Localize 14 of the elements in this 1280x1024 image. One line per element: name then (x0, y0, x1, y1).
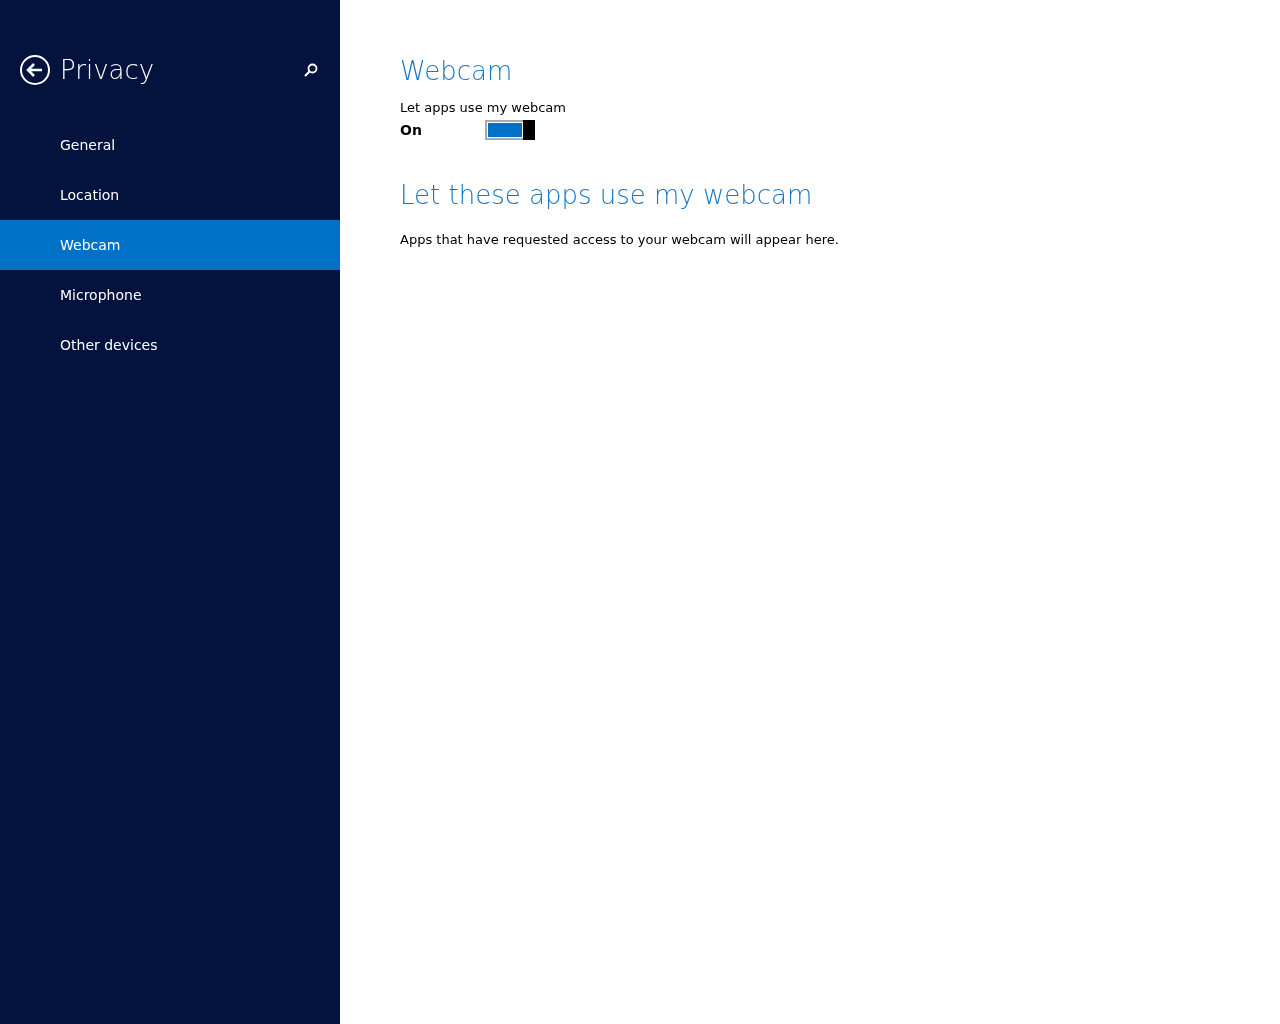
sidebar-item[interactable]: Other devices (0, 320, 340, 370)
sidebar-item[interactable]: Webcam (0, 220, 340, 270)
search-icon[interactable] (304, 63, 318, 77)
page-title: Webcam (400, 55, 514, 88)
sidebar-item[interactable]: Microphone (0, 270, 340, 320)
toggle-state: On (400, 122, 423, 138)
toggle-label: Let apps use my webcam (400, 100, 567, 115)
toggle-switch[interactable] (485, 120, 535, 140)
description: Apps that have requested access to your webcam will appear here. (400, 232, 840, 247)
sidebar-title: Privacy (60, 55, 156, 85)
back-icon[interactable] (19, 54, 51, 86)
sidebar-item[interactable]: General (0, 120, 340, 170)
sidebar-item[interactable]: Location (0, 170, 340, 220)
section-title: Let these apps use my webcam (400, 180, 814, 210)
